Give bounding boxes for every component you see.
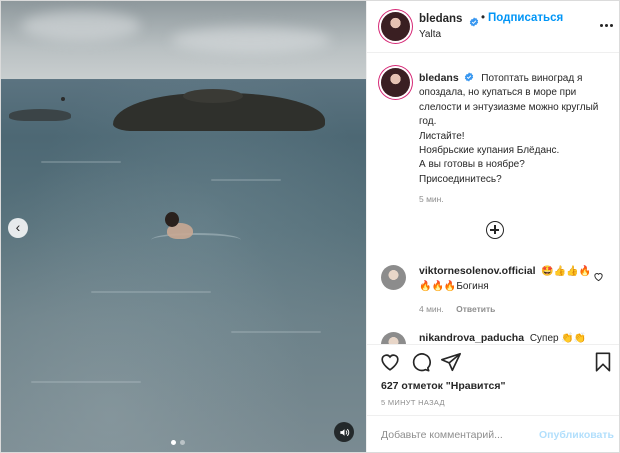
caption-author-avatar[interactable] — [381, 68, 410, 97]
sea — [1, 79, 366, 452]
comment-body: Супер 👏👏 — [529, 333, 587, 344]
comment-timestamp[interactable]: 4 мин. — [419, 304, 444, 314]
commenter-username[interactable]: nikandrova_paducha — [419, 332, 524, 344]
verified-icon — [465, 72, 474, 82]
follow-separator: • — [481, 12, 486, 24]
chevron-left-icon: ‹ — [15, 219, 21, 235]
post-header: bledans • Подписаться Yalta — [367, 1, 619, 53]
commenter-username[interactable]: viktornesolenov.official — [419, 265, 536, 277]
sound-toggle-button[interactable] — [334, 422, 354, 442]
post-media-video[interactable]: ‹ — [1, 1, 366, 452]
verified-badge — [466, 13, 479, 31]
commenter-avatar[interactable] — [381, 332, 406, 344]
cloud — [171, 27, 331, 53]
author-avatar[interactable] — [381, 12, 410, 41]
caption-text: Потоптать виноград я опоздала, но купать… — [419, 73, 599, 185]
swimmer-wake — [151, 233, 241, 247]
likes-count[interactable]: 627 отметок "Нравится" — [381, 380, 505, 392]
follow-label: Подписаться — [488, 12, 564, 24]
caption-username[interactable]: bledans — [419, 72, 459, 84]
wave — [211, 179, 281, 181]
wave — [41, 161, 121, 163]
speaker-icon — [339, 428, 349, 436]
caption-timestamp[interactable]: 5 мин. — [419, 194, 444, 204]
post-timestamp[interactable]: 5 МИНУТ НАЗАД — [381, 398, 445, 407]
author-username[interactable]: bledans — [419, 13, 462, 25]
instagram-post: ‹ bledans • Подписаться Yalta bledans По… — [0, 0, 620, 453]
comments-scroll-area[interactable]: bledans Потоптать виноград я опоздала, н… — [367, 53, 619, 344]
comment-icon[interactable] — [409, 351, 431, 373]
more-dot-icon — [599, 23, 603, 27]
more-dot-icon — [609, 23, 613, 27]
verified-icon — [469, 17, 479, 27]
carousel-dot — [180, 440, 185, 445]
carousel-dots — [171, 440, 185, 445]
comment-text: nikandrova_paducha Супер 👏👏 — [419, 331, 594, 344]
bookmark-icon[interactable] — [592, 351, 614, 373]
carousel-prev-button[interactable]: ‹ — [8, 218, 28, 238]
heart-icon[interactable] — [379, 351, 401, 373]
comment-like-icon[interactable] — [593, 271, 604, 282]
publish-comment-button[interactable]: Опубликовать — [539, 429, 614, 441]
wave — [31, 381, 141, 383]
carousel-dot-active — [171, 440, 176, 445]
load-more-comments-button[interactable] — [486, 221, 504, 239]
reply-button[interactable]: Ответить — [456, 304, 495, 314]
more-options-button[interactable] — [599, 18, 613, 32]
follow-button[interactable]: • Подписаться — [481, 12, 563, 24]
comment-meta: 4 мин. Ответить — [419, 304, 505, 314]
wave — [91, 291, 211, 293]
buoy — [61, 97, 65, 101]
small-rock — [9, 109, 71, 121]
add-comment-form: Опубликовать — [367, 415, 619, 452]
comment-input[interactable] — [381, 429, 531, 441]
caption: bledans Потоптать виноград я опоздала, н… — [419, 71, 609, 187]
post-actions-section: 627 отметок "Нравится" 5 МИНУТ НАЗАД Опу… — [367, 344, 619, 452]
post-side-panel: bledans • Подписаться Yalta bledans Пото… — [366, 1, 619, 452]
swimmer-head — [165, 212, 179, 227]
cloud — [21, 11, 141, 41]
comment-text: viktornesolenov.official 🤩👍👍🔥🔥🔥🔥Богиня — [419, 264, 594, 294]
share-icon[interactable] — [440, 351, 462, 373]
wave — [231, 331, 321, 333]
more-dot-icon — [604, 23, 608, 27]
commenter-avatar[interactable] — [381, 265, 406, 290]
location-link[interactable]: Yalta — [419, 29, 441, 40]
